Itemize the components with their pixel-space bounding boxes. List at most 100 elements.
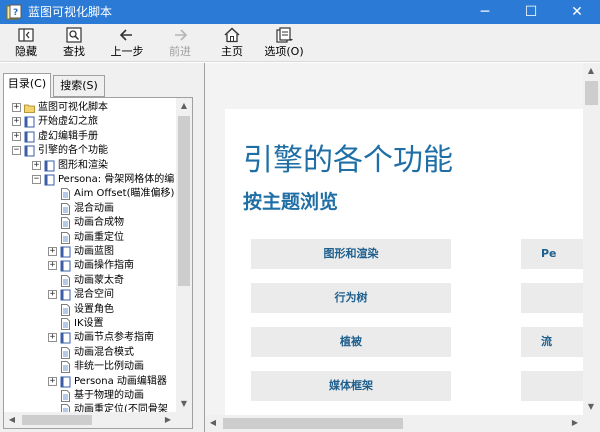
pane-splitter[interactable] (196, 63, 204, 432)
folder-icon (24, 102, 35, 114)
topic-card-graphics[interactable]: 图形和渲染 (251, 239, 451, 269)
tree-item-label: 动画节点参考指南 (74, 332, 154, 344)
scroll-down-arrow-icon[interactable]: ▼ (176, 396, 192, 412)
topic-title: 引擎的各个功能 (243, 143, 453, 178)
page-icon (60, 217, 71, 230)
scrollbar-corner (176, 412, 192, 428)
scroll-down-arrow-icon[interactable]: ▼ (583, 399, 599, 415)
topic-subtitle: 按主题浏览 (243, 191, 339, 213)
tree-item-label: 图形和渲染 (58, 159, 108, 171)
window-title: 蓝图可视化脚本 (28, 5, 113, 19)
page-icon (60, 274, 71, 287)
scroll-left-arrow-icon[interactable]: ◀ (4, 412, 20, 428)
tree-horizontal-scroll-thumb[interactable] (22, 415, 92, 425)
topic-card-media-framework[interactable]: 媒体框架 (251, 371, 451, 401)
hide-button[interactable]: 隐藏 (6, 24, 46, 62)
book-icon (24, 131, 35, 143)
tree-item-label: 动画混合模式 (74, 346, 134, 358)
home-button[interactable]: 主页 (212, 24, 252, 62)
contents-tree[interactable]: + 蓝图可视化脚本 + 开始虚幻之旅 + 虚幻编辑手册 − 引擎的各个功能 + 图形和渲染 − Per… (4, 98, 176, 412)
page-icon (60, 346, 71, 359)
tree-expand-icon[interactable]: + (48, 247, 57, 256)
tree-collapse-icon[interactable]: − (32, 175, 41, 184)
tab-contents[interactable]: 目录(C) (3, 73, 51, 98)
options-label: 选项(O) (264, 45, 304, 58)
forward-label: 前进 (169, 45, 191, 58)
tree-item-label: 基于物理的动画 (74, 390, 144, 401)
page-icon (60, 231, 71, 244)
tree-item-label: 动画操作指南 (74, 260, 134, 272)
tree-expand-icon[interactable]: + (12, 117, 21, 127)
forward-button[interactable]: 前进 (160, 24, 200, 62)
home-icon (224, 27, 240, 43)
topic-card-right-2[interactable] (521, 283, 585, 313)
topic-card-foliage[interactable]: 植被 (251, 327, 451, 357)
page-icon (60, 318, 71, 330)
scroll-left-arrow-icon[interactable]: ◀ (205, 415, 221, 431)
book-icon (24, 116, 35, 128)
tree-vertical-scrollbar[interactable]: ▲ ▼ (176, 98, 192, 412)
home-label: 主页 (221, 45, 243, 58)
back-label: 上一步 (110, 45, 144, 58)
book-icon (60, 332, 71, 344)
topic-horizontal-scroll-thumb[interactable] (223, 418, 403, 429)
contents-tree-box: + 蓝图可视化脚本 + 开始虚幻之旅 + 虚幻编辑手册 − 引擎的各个功能 + 图形和渲染 − Per… (3, 97, 193, 429)
close-button[interactable]: ✕ (554, 0, 600, 24)
topic-card-behavior-tree[interactable]: 行为树 (251, 283, 451, 313)
tree-item-label: Persona: 骨架网格体的编 (58, 174, 175, 185)
maximize-button[interactable]: ☐ (508, 0, 554, 24)
book-icon (44, 174, 55, 186)
tree-item-label: 动画蓝图 (74, 246, 114, 257)
page-icon (60, 202, 71, 215)
tree-collapse-icon[interactable]: − (12, 146, 21, 156)
scroll-right-arrow-icon[interactable]: ▶ (160, 412, 176, 428)
book-icon (24, 145, 35, 157)
tree-item-label: 动画重定位(不同骨架 (74, 404, 168, 412)
options-button[interactable]: 选项(O) (260, 24, 308, 62)
scroll-right-arrow-icon[interactable]: ▶ (567, 415, 583, 431)
topic-vertical-scrollbar[interactable]: ▲ ▼ (583, 63, 600, 415)
topic-pane: 引擎的各个功能 按主题浏览 图形和渲染 Pe 行为树 植被 流 媒体框架 ▲ ▼… (204, 63, 600, 432)
tree-item-label: Aim Offset(瞄准偏移) (74, 188, 175, 200)
page-icon (60, 303, 71, 316)
navigation-tabs: 目录(C) 搜索(S) (0, 63, 196, 98)
tree-expand-icon[interactable]: + (48, 376, 57, 386)
page-icon (60, 390, 71, 402)
topic-horizontal-scrollbar[interactable]: ◀ ▶ (205, 415, 583, 432)
tree-expand-icon[interactable]: + (12, 103, 21, 112)
tree-item-label: IK设置 (74, 318, 104, 329)
tree-expand-icon[interactable]: + (32, 160, 41, 170)
navigation-pane: 目录(C) 搜索(S) + 蓝图可视化脚本 + 开始虚幻之旅 + 虚幻编辑手册 − 引擎的各个… (0, 63, 196, 432)
tree-expand-icon[interactable]: + (12, 131, 21, 141)
hide-label: 隐藏 (15, 45, 37, 58)
tree-item-label: 非统一比例动画 (74, 361, 144, 373)
tree-item-label: 混合动画 (74, 202, 114, 214)
find-icon (66, 27, 82, 43)
find-button[interactable]: 查找 (54, 24, 94, 62)
tree-item-label: 蓝图可视化脚本 (38, 102, 108, 113)
tree-horizontal-scrollbar[interactable]: ◀ ▶ (4, 412, 176, 428)
back-button[interactable]: 上一步 (106, 24, 148, 62)
tree-expand-icon[interactable]: + (48, 261, 57, 271)
arrow-right-icon (175, 29, 188, 41)
scroll-up-arrow-icon[interactable]: ▲ (176, 98, 192, 114)
minimize-button[interactable]: ─ (462, 0, 508, 24)
scroll-up-arrow-icon[interactable]: ▲ (583, 63, 599, 79)
topic-page: 引擎的各个功能 按主题浏览 图形和渲染 Pe 行为树 植被 流 媒体框架 (225, 109, 585, 419)
tree-expand-icon[interactable]: + (48, 333, 57, 343)
find-label: 查找 (63, 45, 85, 58)
tree-expand-icon[interactable]: + (48, 290, 57, 300)
tab-search[interactable]: 搜索(S) (53, 75, 105, 97)
tree-item-label: Persona 动画编辑器 (74, 375, 167, 387)
book-icon (60, 246, 71, 258)
topic-card-right-4[interactable] (521, 371, 585, 401)
tree-item-label: 开始虚幻之旅 (38, 116, 98, 128)
topic-card-right-3[interactable]: 流 (521, 327, 585, 357)
title-bar: ? 蓝图可视化脚本 ─ ☐ ✕ (0, 0, 600, 24)
book-icon (60, 260, 71, 272)
topic-vertical-scroll-thumb[interactable] (585, 81, 598, 105)
book-icon (44, 160, 55, 172)
scrollbar-corner (583, 415, 600, 432)
topic-card-persona[interactable]: Pe (521, 239, 585, 269)
tree-vertical-scroll-thumb[interactable] (178, 116, 190, 286)
